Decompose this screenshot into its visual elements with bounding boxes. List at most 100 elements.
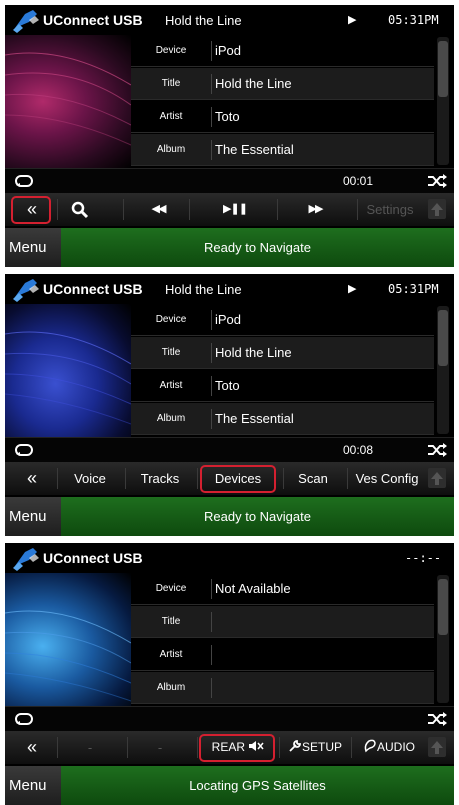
voice-button[interactable]: Voice — [60, 462, 120, 495]
scroll-up-button[interactable] — [428, 199, 446, 219]
info-scrollbar[interactable] — [437, 575, 449, 703]
highlight-box — [199, 734, 275, 762]
scan-button[interactable]: Scan — [289, 462, 337, 495]
highlight-box — [11, 196, 51, 224]
info-key: Album — [156, 144, 186, 155]
info-value: Toto — [215, 378, 240, 393]
info-row-device[interactable]: Device iPod — [131, 35, 434, 67]
menu-button[interactable]: Menu — [5, 228, 61, 267]
info-key: Album — [156, 682, 186, 693]
info-key: Device — [155, 45, 187, 56]
audio-label: AUDIO — [376, 740, 415, 754]
navigation-status: Locating GPS Satellites — [61, 766, 454, 805]
info-value: The Essential — [215, 142, 294, 157]
info-row-artist[interactable]: Artist — [131, 639, 434, 671]
navigation-status: Ready to Navigate — [61, 497, 454, 536]
ves-config-button[interactable]: Ves Config — [351, 462, 423, 495]
info-value: The Essential — [215, 411, 294, 426]
info-row-artist[interactable]: Artist Toto — [131, 101, 434, 133]
album-art-graphic — [5, 331, 131, 425]
info-row-artist[interactable]: Artist Toto — [131, 370, 434, 402]
empty-slot: - — [87, 740, 93, 755]
repeat-icon[interactable] — [14, 442, 34, 458]
settings-button[interactable]: Settings — [359, 193, 421, 226]
top-status-bar: UConnect USB Hold the Line ▶ 05:31PM — [5, 5, 454, 35]
info-key: Album — [156, 413, 186, 424]
bottom-status-bar: Menu Ready to Navigate — [5, 497, 454, 536]
top-status-bar: UConnect USB --:-- — [5, 543, 454, 573]
usb-source-icon — [13, 279, 39, 302]
shuffle-icon[interactable] — [426, 441, 448, 459]
scroll-thumb[interactable] — [438, 310, 448, 366]
repeat-icon[interactable] — [14, 711, 34, 727]
info-row-album[interactable]: Album The Essential — [131, 403, 434, 435]
search-icon — [71, 201, 89, 219]
next-track-button[interactable]: ▶▶ — [285, 193, 345, 226]
play-pause-button[interactable]: ▶❚❚ — [205, 193, 265, 226]
info-key: Artist — [159, 649, 183, 660]
bottom-status-bar: Menu Ready to Navigate — [5, 228, 454, 267]
scroll-thumb[interactable] — [438, 41, 448, 97]
album-art — [5, 304, 131, 437]
previous-track-button[interactable]: ◀◀ — [130, 193, 186, 226]
info-scrollbar[interactable] — [437, 306, 449, 434]
scroll-up-button[interactable] — [428, 468, 446, 488]
info-key: Title — [161, 78, 181, 89]
highlight-box — [200, 465, 276, 493]
elapsed-time: 00:08 — [343, 443, 374, 457]
radio-screen-browse: UConnect USB Hold the Line ▶ 05:31PM Dev… — [5, 274, 454, 536]
back-button[interactable]: « — [9, 731, 55, 764]
info-key: Device — [155, 583, 187, 594]
arrow-up-icon — [431, 203, 443, 216]
album-art-graphic — [5, 610, 131, 702]
info-row-title[interactable]: Title — [131, 606, 434, 638]
back-button[interactable]: « — [9, 462, 55, 495]
info-value: Hold the Line — [215, 345, 292, 360]
source-label[interactable]: UConnect USB — [43, 12, 143, 28]
playback-bar: 00:08 — [5, 437, 454, 462]
shuffle-icon[interactable] — [426, 172, 448, 190]
tracks-button[interactable]: Tracks — [129, 462, 191, 495]
navigation-status: Ready to Navigate — [61, 228, 454, 267]
audio-button[interactable]: AUDIO — [355, 731, 423, 764]
info-value: Not Available — [215, 581, 291, 596]
setup-label: SETUP — [301, 740, 342, 754]
info-row-title[interactable]: Title Hold the Line — [131, 68, 434, 100]
usb-source-icon — [13, 10, 39, 33]
arrow-up-icon — [431, 741, 443, 754]
play-indicator-icon: ▶ — [348, 14, 357, 26]
audio-icon — [364, 739, 376, 753]
info-row-device[interactable]: Device iPod — [131, 304, 434, 336]
wrench-icon — [289, 740, 301, 752]
info-row-device[interactable]: Device Not Available — [131, 573, 434, 605]
album-art — [5, 35, 131, 168]
shuffle-icon[interactable] — [426, 710, 448, 728]
album-art-graphic — [5, 52, 131, 146]
media-toolbar: « - - REAR SETUP AUDIO — [5, 731, 454, 764]
info-row-album[interactable]: Album — [131, 672, 434, 704]
playback-bar: 00:01 — [5, 168, 454, 193]
radio-screen-playback: UConnect USB Hold the Line ▶ 05:31PM Dev… — [5, 5, 454, 267]
playback-bar — [5, 706, 454, 731]
search-button[interactable] — [60, 193, 100, 226]
menu-button[interactable]: Menu — [5, 497, 61, 536]
setup-button[interactable]: SETUP — [283, 731, 347, 764]
source-label[interactable]: UConnect USB — [43, 281, 143, 297]
info-row-album[interactable]: Album The Essential — [131, 134, 434, 166]
scroll-up-button[interactable] — [428, 737, 446, 757]
source-label[interactable]: UConnect USB — [43, 550, 143, 566]
track-info-list: Device iPod Title Hold the Line Artist T… — [131, 304, 434, 437]
top-status-bar: UConnect USB Hold the Line ▶ 05:31PM — [5, 274, 454, 304]
menu-button[interactable]: Menu — [5, 766, 61, 805]
scroll-thumb[interactable] — [438, 579, 448, 635]
repeat-icon[interactable] — [14, 173, 34, 189]
info-row-title[interactable]: Title Hold the Line — [131, 337, 434, 369]
media-toolbar: « Voice Tracks Devices Scan Ves Config — [5, 462, 454, 495]
radio-screen-no-device: UConnect USB --:-- Device Not Available … — [5, 543, 454, 805]
track-info-list: Device Not Available Title Artist Album — [131, 573, 434, 706]
info-scrollbar[interactable] — [437, 37, 449, 165]
info-key: Title — [161, 347, 181, 358]
play-indicator-icon: ▶ — [348, 283, 357, 295]
media-toolbar: « ◀◀ ▶❚❚ ▶▶ Settings — [5, 193, 454, 226]
now-playing-title: Hold the Line — [165, 282, 242, 297]
